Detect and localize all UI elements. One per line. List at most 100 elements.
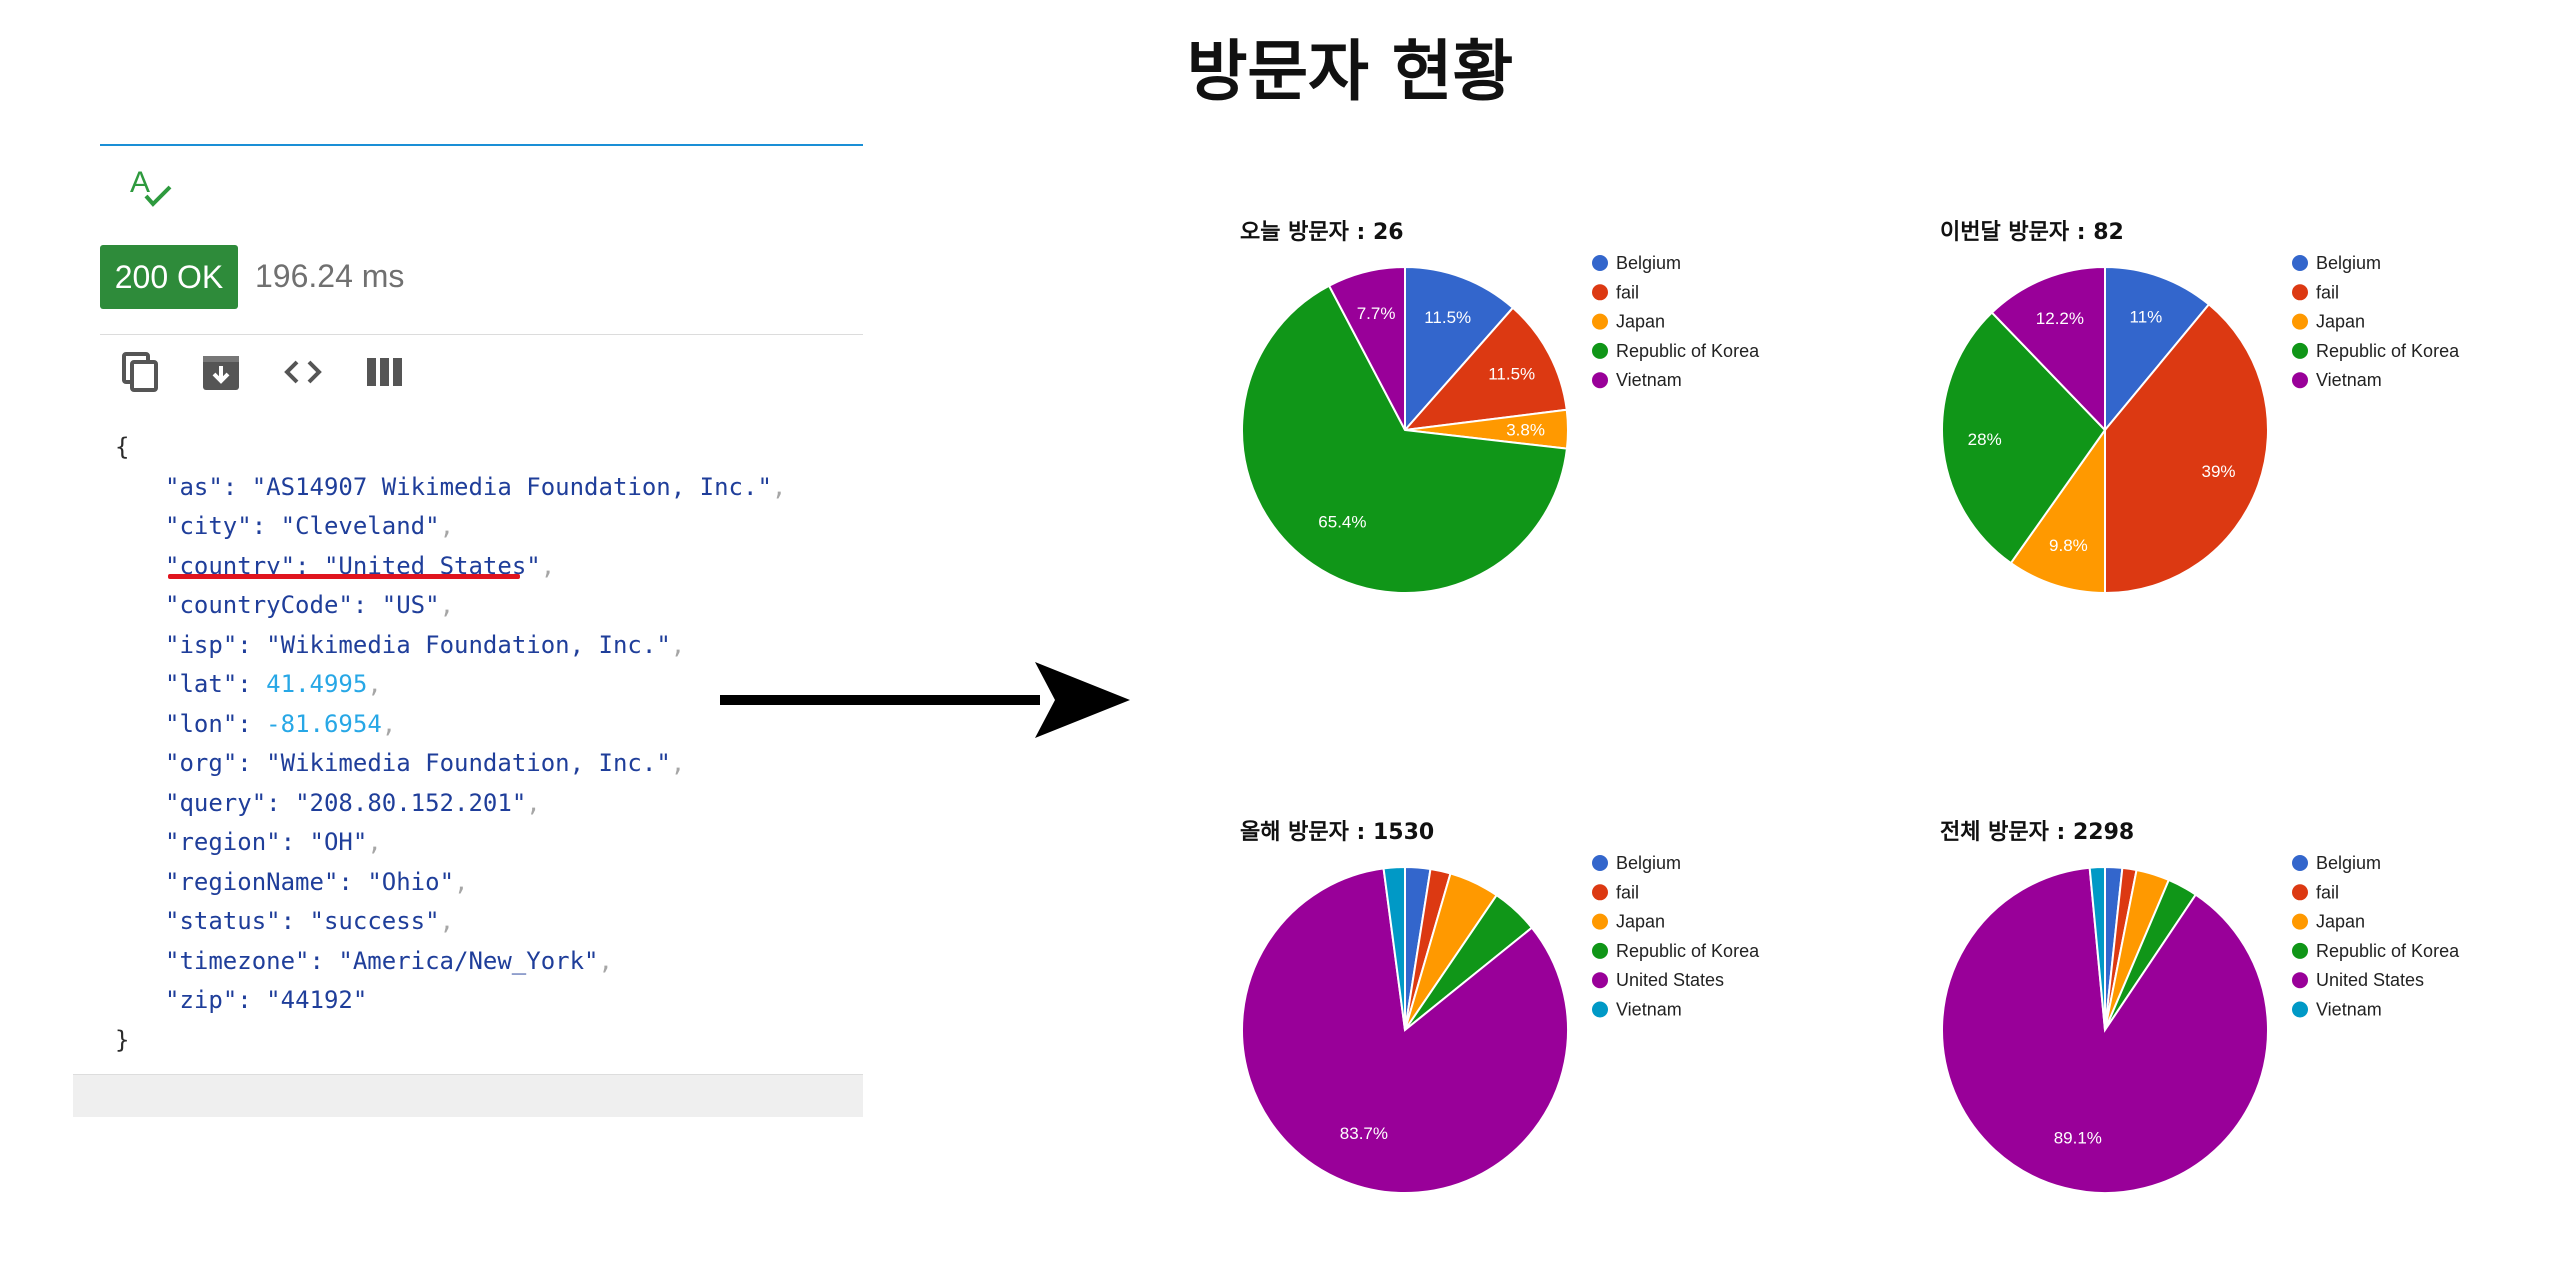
legend-swatch bbox=[1592, 884, 1608, 901]
json-value: 41.4995 bbox=[266, 670, 368, 698]
json-field-zip: "zip": "44192" bbox=[165, 986, 368, 1014]
api-response-panel: A 200 OK 196.24 ms { "as": "AS14907 Wiki… bbox=[0, 0, 870, 1120]
legend-swatch bbox=[1592, 1001, 1608, 1018]
json-key: city bbox=[179, 512, 238, 540]
legend-item[interactable]: United States bbox=[2316, 970, 2424, 990]
legend-item[interactable]: Belgium bbox=[2316, 853, 2381, 873]
json-field-isp: "isp": "Wikimedia Foundation, Inc.", bbox=[165, 630, 686, 659]
json-field-as: "as": "AS14907 Wikimedia Foundation, Inc… bbox=[165, 472, 787, 501]
legend-item[interactable]: fail bbox=[2316, 882, 2339, 902]
legend-swatch bbox=[2292, 255, 2308, 271]
legend-item[interactable]: Vietnam bbox=[2316, 370, 2382, 390]
json-field-org: "org": "Wikimedia Foundation, Inc.", bbox=[165, 749, 686, 777]
json-key: query bbox=[179, 788, 252, 817]
slice-data-label: 9.8% bbox=[2049, 536, 2088, 555]
chart-title: 오늘 방문자 : 26 bbox=[1240, 220, 1404, 245]
legend-item[interactable]: Japan bbox=[2316, 912, 2365, 932]
legend-item[interactable]: Vietnam bbox=[1616, 1000, 1682, 1020]
legend-swatch bbox=[1592, 942, 1608, 959]
legend-swatch bbox=[1592, 972, 1608, 989]
slice-data-label: 89.1% bbox=[2054, 1128, 2102, 1147]
chart-title: 이번달 방문자 : 82 bbox=[1940, 220, 2124, 245]
legend-item[interactable]: Republic of Korea bbox=[1616, 941, 1760, 961]
json-open-brace: { bbox=[115, 433, 130, 461]
legend-swatch bbox=[1592, 255, 1608, 271]
slice-data-label: 65.4% bbox=[1318, 512, 1366, 531]
legend-swatch bbox=[2292, 884, 2308, 901]
top-divider bbox=[100, 144, 863, 146]
legend-item[interactable]: Belgium bbox=[2316, 253, 2381, 273]
legend-item[interactable]: Vietnam bbox=[1616, 370, 1682, 390]
json-key: as bbox=[179, 472, 209, 501]
json-key: zip bbox=[179, 986, 223, 1014]
json-key: countryCode bbox=[179, 591, 339, 619]
legend-swatch bbox=[2292, 284, 2308, 301]
legend-swatch bbox=[1592, 342, 1608, 359]
json-key: regionName bbox=[179, 867, 324, 896]
legend-swatch bbox=[1592, 913, 1608, 930]
json-field-status: "status": "success", bbox=[165, 907, 455, 935]
json-key: timezone bbox=[179, 946, 296, 975]
json-field-region: "region": "OH", bbox=[165, 828, 382, 856]
right-arrow-icon bbox=[720, 662, 1130, 738]
json-key: region bbox=[179, 828, 267, 856]
spellcheck-icon[interactable]: A bbox=[126, 162, 176, 212]
legend-swatch bbox=[2292, 942, 2308, 959]
legend-item[interactable]: Japan bbox=[1616, 312, 1665, 332]
download-icon[interactable] bbox=[199, 350, 243, 394]
json-field-lat: "lat": 41.4995, bbox=[165, 670, 382, 698]
panel-footer-bar bbox=[73, 1074, 863, 1117]
json-key: isp bbox=[179, 630, 223, 659]
slice-data-label: 39% bbox=[2201, 462, 2235, 481]
json-value: US bbox=[396, 591, 426, 619]
legend-swatch bbox=[2292, 342, 2308, 359]
legend-item[interactable]: United States bbox=[1616, 970, 1724, 990]
json-field-query: "query": "208.80.152.201", bbox=[165, 788, 541, 817]
json-field-countryCode: "countryCode": "US", bbox=[165, 591, 455, 619]
legend-item[interactable]: Republic of Korea bbox=[2316, 341, 2460, 361]
legend-swatch bbox=[2292, 1001, 2308, 1018]
pie-chart-1: 오늘 방문자 : 26 11.5% 11.5% 3.8% 65.4% 7.7% Belgiu… bbox=[1240, 220, 1760, 594]
chart-title: 전체 방문자 : 2298 bbox=[1940, 820, 2134, 845]
legend-swatch bbox=[1592, 855, 1608, 871]
legend-item[interactable]: Japan bbox=[1616, 912, 1665, 932]
json-value: AS14907 Wikimedia Foundation, Inc. bbox=[266, 472, 758, 501]
json-key: lon bbox=[179, 709, 223, 738]
legend-item[interactable]: Republic of Korea bbox=[2316, 941, 2460, 961]
slice-data-label: 11% bbox=[2130, 308, 2163, 327]
json-field-country: "country": "United States", bbox=[165, 551, 556, 580]
slice-data-label: 7.7% bbox=[1357, 304, 1396, 323]
highlight-underline bbox=[168, 574, 520, 579]
json-value: Cleveland bbox=[295, 512, 426, 540]
json-value: 44192 bbox=[280, 986, 353, 1014]
pie-chart-3: 올해 방문자 : 1530 83.7% Belgium fail Japan Republ… bbox=[1240, 820, 1760, 1194]
json-fields: "as": "AS14907 Wikimedia Foundation, Inc… bbox=[115, 468, 786, 1021]
json-key: lat bbox=[179, 670, 223, 698]
legend-item[interactable]: Belgium bbox=[1616, 253, 1681, 273]
json-value: -81.6954 bbox=[266, 709, 382, 738]
copy-icon[interactable] bbox=[118, 350, 162, 394]
slice-data-label: 11.5% bbox=[1424, 308, 1471, 327]
legend-item[interactable]: Vietnam bbox=[2316, 1000, 2382, 1020]
legend-swatch bbox=[2292, 855, 2308, 871]
legend-item[interactable]: Belgium bbox=[1616, 853, 1681, 873]
json-field-lon: "lon": -81.6954, bbox=[165, 709, 397, 738]
json-key: status bbox=[179, 907, 267, 935]
json-field-regionName: "regionName": "Ohio", bbox=[165, 867, 469, 896]
legend-item[interactable]: fail bbox=[1616, 882, 1639, 902]
columns-icon[interactable] bbox=[363, 350, 407, 394]
legend-item[interactable]: fail bbox=[1616, 282, 1639, 302]
pie-chart-2: 이번달 방문자 : 82 11% 39% 9.8% 28% 12.2% Belgium fai… bbox=[1940, 220, 2460, 595]
legend-swatch bbox=[1592, 313, 1608, 330]
legend-item[interactable]: fail bbox=[2316, 282, 2339, 302]
code-icon[interactable] bbox=[281, 350, 325, 394]
legend-item[interactable]: Republic of Korea bbox=[1616, 341, 1760, 361]
json-body: { "as": "AS14907 Wikimedia Foundation, I… bbox=[115, 428, 786, 1060]
legend-swatch bbox=[1592, 284, 1608, 301]
legend-swatch bbox=[2292, 913, 2308, 930]
svg-text:A: A bbox=[130, 166, 150, 199]
legend-item[interactable]: Japan bbox=[2316, 312, 2365, 332]
legend-swatch bbox=[2292, 972, 2308, 989]
chart-title: 올해 방문자 : 1530 bbox=[1240, 820, 1434, 845]
json-key: org bbox=[179, 749, 223, 777]
